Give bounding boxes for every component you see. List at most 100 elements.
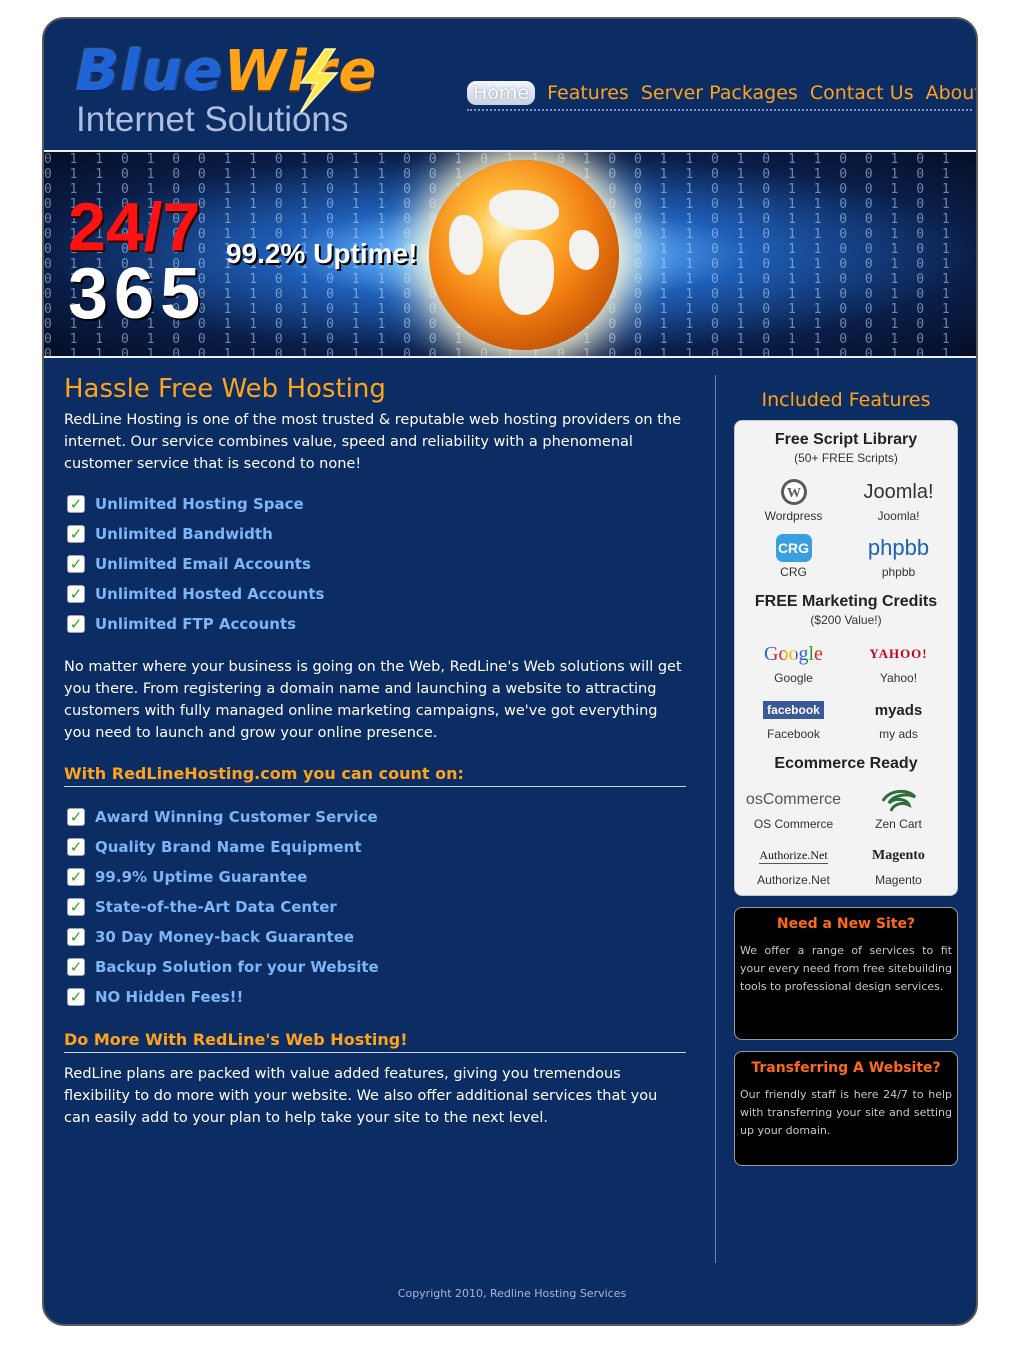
nav-contact-us[interactable]: Contact Us <box>810 82 914 104</box>
logo-caption: my ads <box>879 727 918 741</box>
logo-tagline: Internet Solutions <box>76 100 349 139</box>
joomla-icon: Joomla! <box>863 480 934 503</box>
count-on-heading: With RedLineHosting.com you can count on… <box>64 764 686 787</box>
sidebar: Included Features Free Script Library (5… <box>734 389 958 1166</box>
nav-about-us[interactable]: About Us <box>926 82 976 104</box>
feature-label: Unlimited Bandwidth <box>95 525 273 543</box>
list-item: ✓ Unlimited FTP Accounts <box>64 609 686 639</box>
logo-item-zencart[interactable]: Zen Cart <box>846 785 951 831</box>
logo-caption: Google <box>774 671 813 685</box>
logo-item-google[interactable]: Google Google <box>741 639 846 686</box>
logo-item-joomla[interactable]: Joomla! Joomla! <box>846 477 951 524</box>
checkmark-icon: ✓ <box>67 988 85 1006</box>
wordpress-icon: W <box>780 479 807 505</box>
facebook-icon: facebook <box>763 701 824 719</box>
page-title: Hassle Free Web Hosting <box>64 374 386 404</box>
checkmark-icon: ✓ <box>67 525 85 543</box>
marketing-sub: ($200 Value!) <box>810 613 882 627</box>
logo-item-wordpress[interactable]: W Wordpress <box>741 477 846 523</box>
marketing-grid: Google Google YAHOO! Yahoo! facebook Fac… <box>741 639 951 741</box>
google-icon: Google <box>764 642 823 665</box>
feature-label: Unlimited Hosting Space <box>95 495 304 513</box>
logo-caption: Facebook <box>767 727 820 741</box>
logo-item-phpbb[interactable]: phpbb phpbb <box>846 533 951 579</box>
logo-item-oscommerce[interactable]: osCommerce OS Commerce <box>741 785 846 831</box>
list-item: ✓ 99.9% Uptime Guarantee <box>64 862 686 892</box>
marketing-heading: FREE Marketing Credits <box>754 593 938 610</box>
list-item: ✓ Award Winning Customer Service <box>64 802 686 832</box>
oscommerce-icon: osCommerce <box>745 791 842 808</box>
feature-label: Unlimited Hosted Accounts <box>95 585 325 603</box>
need-new-site-box[interactable]: Need a New Site? We offer a range of ser… <box>734 907 958 1040</box>
globe-graphic <box>429 160 619 350</box>
feature-label: Unlimited Email Accounts <box>95 555 311 573</box>
logo-caption: Authorize.Net <box>757 873 830 887</box>
nav-server-packages[interactable]: Server Packages <box>641 82 798 104</box>
site-logo[interactable]: BlueWire Internet Solutions <box>76 41 396 141</box>
checkmark-icon: ✓ <box>67 555 85 573</box>
yahoo-icon: YAHOO! <box>869 646 928 661</box>
feature-label: Unlimited FTP Accounts <box>95 615 297 633</box>
logo-caption: OS Commerce <box>753 817 834 831</box>
benefit-label: Backup Solution for your Website <box>95 958 379 976</box>
transferring-website-title: Transferring A Website? <box>751 1060 941 1076</box>
body-text: No matter where your business is going o… <box>64 659 682 741</box>
logo-caption: phpbb <box>881 565 916 579</box>
included-features-box: Free Script Library (50+ FREE Scripts) W… <box>734 420 958 896</box>
footer-copyright: Copyright 2010, Redline Hosting Services <box>397 1287 627 1300</box>
logo-item-crg[interactable]: CRG CRG <box>741 533 846 579</box>
checkmark-icon: ✓ <box>67 838 85 856</box>
list-item: ✓ Unlimited Hosted Accounts <box>64 579 686 609</box>
checkmark-icon: ✓ <box>67 495 85 513</box>
checkmark-icon: ✓ <box>67 898 85 916</box>
benefit-label: Award Winning Customer Service <box>95 808 378 826</box>
feature-list: ✓ Unlimited Hosting Space ✓ Unlimited Band… <box>64 489 686 639</box>
ecommerce-heading: Ecommerce Ready <box>774 755 918 772</box>
logo-caption: Zen Cart <box>875 817 922 831</box>
need-new-site-title: Need a New Site? <box>776 916 916 932</box>
banner-365: 365 <box>68 254 207 334</box>
checkmark-icon: ✓ <box>67 585 85 603</box>
logo-item-yahoo[interactable]: YAHOO! Yahoo! <box>846 639 951 685</box>
logo-caption: Wordpress <box>764 509 823 523</box>
logo-item-magento[interactable]: Magento Magento <box>846 841 951 887</box>
list-item: ✓ Unlimited Hosting Space <box>64 489 686 519</box>
logo-item-facebook[interactable]: facebook Facebook <box>741 695 846 741</box>
sidebar-title: Included Features <box>761 389 931 411</box>
svg-text:W: W <box>787 486 801 501</box>
benefit-label: 99.9% Uptime Guarantee <box>95 868 308 886</box>
checkmark-icon: ✓ <box>67 928 85 946</box>
banner-247: 24/7 <box>68 189 201 265</box>
list-item: ✓ 30 Day Money-back Guarantee <box>64 922 686 952</box>
main-content: Hassle Free Web Hosting RedLine Hosting … <box>64 371 686 1129</box>
transferring-website-box[interactable]: Transferring A Website? Our friendly sta… <box>734 1051 958 1166</box>
crg-icon: CRG <box>775 534 812 562</box>
do-more-heading: Do More With RedLine's Web Hosting! <box>64 1030 686 1053</box>
column-divider <box>715 375 716 1263</box>
benefit-label: State-of-the-Art Data Center <box>95 898 337 916</box>
script-library-heading: Free Script Library <box>774 431 918 448</box>
list-item: ✓ State-of-the-Art Data Center <box>64 892 686 922</box>
benefit-label: Quality Brand Name Equipment <box>95 838 362 856</box>
checkmark-icon: ✓ <box>67 958 85 976</box>
list-item: ✓ Unlimited Bandwidth <box>64 519 686 549</box>
logo-item-myads[interactable]: myads my ads <box>846 695 951 742</box>
logo-item-authorizenet[interactable]: Authorize.Net Authorize.Net <box>741 841 846 887</box>
intro-text: RedLine Hosting is one of the most trust… <box>64 412 682 472</box>
checkmark-icon: ✓ <box>67 868 85 886</box>
logo-word-blue: Blue <box>76 39 224 104</box>
nav-home[interactable]: Home <box>467 81 536 105</box>
list-item: ✓ Unlimited Email Accounts <box>64 549 686 579</box>
ecommerce-grid: osCommerce OS Commerce Zen Cart Authoriz… <box>741 785 951 887</box>
benefit-list: ✓ Award Winning Customer Service ✓ Quality… <box>64 802 686 1012</box>
nav-features[interactable]: Features <box>547 82 629 104</box>
list-item: ✓ Backup Solution for your Website <box>64 952 686 982</box>
script-library-sub: (50+ FREE Scripts) <box>794 451 898 465</box>
main-nav: Home Features Server Packages Contact Us… <box>467 77 976 111</box>
logo-caption: Joomla! <box>877 509 920 523</box>
logo-caption: CRG <box>780 565 807 579</box>
list-item: ✓ NO Hidden Fees!! <box>64 982 686 1012</box>
hero-banner: 0 1 1 0 1 0 0 1 1 0 1 0 1 1 0 0 1 0 1 1 … <box>44 150 976 358</box>
checkmark-icon: ✓ <box>67 615 85 633</box>
myads-icon: myads <box>874 701 923 719</box>
